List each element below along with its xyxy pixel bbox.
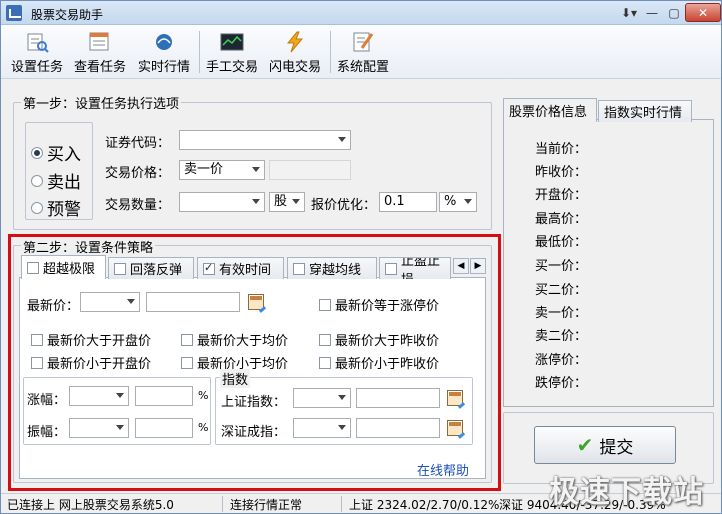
chevron-down-icon — [252, 199, 260, 204]
field-ask1: 卖一价： — [535, 306, 588, 321]
price-input[interactable] — [269, 160, 351, 180]
toolbar-system-config[interactable]: 系统配置 — [337, 29, 389, 75]
highlight-frame — [8, 234, 501, 491]
field-limit-down: 跌停价： — [535, 376, 588, 391]
system-config-icon — [351, 31, 375, 53]
minimize-button[interactable]: — — [641, 3, 663, 22]
lightning-trade-icon — [283, 31, 307, 53]
radio-buy[interactable]: 买入 — [31, 140, 81, 165]
view-task-icon — [88, 31, 112, 53]
field-bid1: 买一价： — [535, 259, 588, 274]
qty-combo[interactable] — [179, 192, 265, 212]
watermark-logo: 极速下载站 — [549, 475, 704, 510]
code-combo[interactable] — [179, 130, 351, 150]
code-label: 证券代码： — [105, 136, 171, 151]
maximize-button[interactable]: ▢ — [663, 3, 685, 22]
field-high: 最高价： — [535, 212, 588, 227]
opt-unit-combo[interactable]: % — [439, 192, 477, 212]
field-current-price: 当前价： — [535, 142, 588, 157]
status-quote: 连接行情正常 — [230, 498, 303, 512]
close-button[interactable]: ✕ — [685, 3, 721, 22]
field-low: 最低价： — [535, 235, 588, 250]
realtime-quote-icon — [152, 31, 176, 53]
unit-combo[interactable]: 股 — [269, 192, 305, 212]
status-separator — [341, 496, 342, 512]
qty-label: 交易数量： — [105, 198, 171, 213]
field-prev-close: 昨收价： — [535, 165, 588, 180]
field-open: 开盘价： — [535, 188, 588, 203]
checkmark-icon: ✔ — [576, 433, 594, 457]
app-window: 股票交易助手 ⬇▾ — ▢ ✕ 设置任务 查看任务 实时行情 手工交易 闪电交易… — [0, 0, 722, 514]
field-limit-up: 涨停价： — [535, 353, 588, 368]
radio-sell[interactable]: 卖出 — [31, 168, 81, 193]
toolbar-realtime-quote[interactable]: 实时行情 — [138, 29, 190, 75]
submit-button[interactable]: ✔ 提交 — [534, 426, 676, 464]
tab-index-realtime[interactable]: 指数实时行情 — [598, 100, 692, 122]
window-title: 股票交易助手 — [31, 8, 104, 22]
price-combo[interactable]: 卖一价 — [179, 160, 265, 180]
manual-trade-icon — [220, 31, 244, 53]
toolbar-manual-trade[interactable]: 手工交易 — [206, 29, 258, 75]
field-ask2: 卖二价： — [535, 329, 588, 344]
step1-title: 第一步：设置任务执行选项 — [21, 93, 182, 112]
price-label: 交易价格： — [105, 166, 171, 181]
toolbar-separator — [330, 31, 331, 73]
status-connection: 已连接上 网上股票交易系统5.0 — [7, 498, 174, 512]
status-separator — [222, 496, 223, 512]
chevron-down-icon — [464, 199, 472, 204]
toolbar-lightning-trade[interactable]: 闪电交易 — [269, 29, 321, 75]
opt-input[interactable]: 0.1 — [379, 192, 437, 212]
opt-label: 报价优化： — [311, 198, 377, 213]
radio-alert[interactable]: 预警 — [31, 195, 81, 220]
chevron-down-icon — [252, 167, 260, 172]
toolbar-view-task[interactable]: 查看任务 — [74, 29, 126, 75]
radio-buy-dot — [31, 146, 43, 159]
chevron-down-icon — [292, 199, 300, 204]
toolbar-settings-task[interactable]: 设置任务 — [11, 29, 63, 75]
radio-alert-dot — [31, 201, 43, 214]
toolbar-separator — [199, 31, 200, 73]
radio-sell-dot — [31, 174, 43, 187]
download-icon[interactable]: ⬇▾ — [618, 3, 640, 22]
toolbar: 设置任务 查看任务 实时行情 手工交易 闪电交易 系统配置 — [1, 25, 721, 79]
tab-price-info[interactable]: 股票价格信息 — [503, 98, 597, 122]
chevron-down-icon — [338, 137, 346, 142]
field-bid2: 买二价： — [535, 283, 588, 298]
app-icon — [6, 5, 22, 21]
settings-task-icon — [25, 31, 49, 53]
title-bar: 股票交易助手 ⬇▾ — ▢ ✕ — [1, 1, 721, 25]
status-sh-index: 上证 2324.02/2.70/0.12% — [349, 498, 500, 512]
